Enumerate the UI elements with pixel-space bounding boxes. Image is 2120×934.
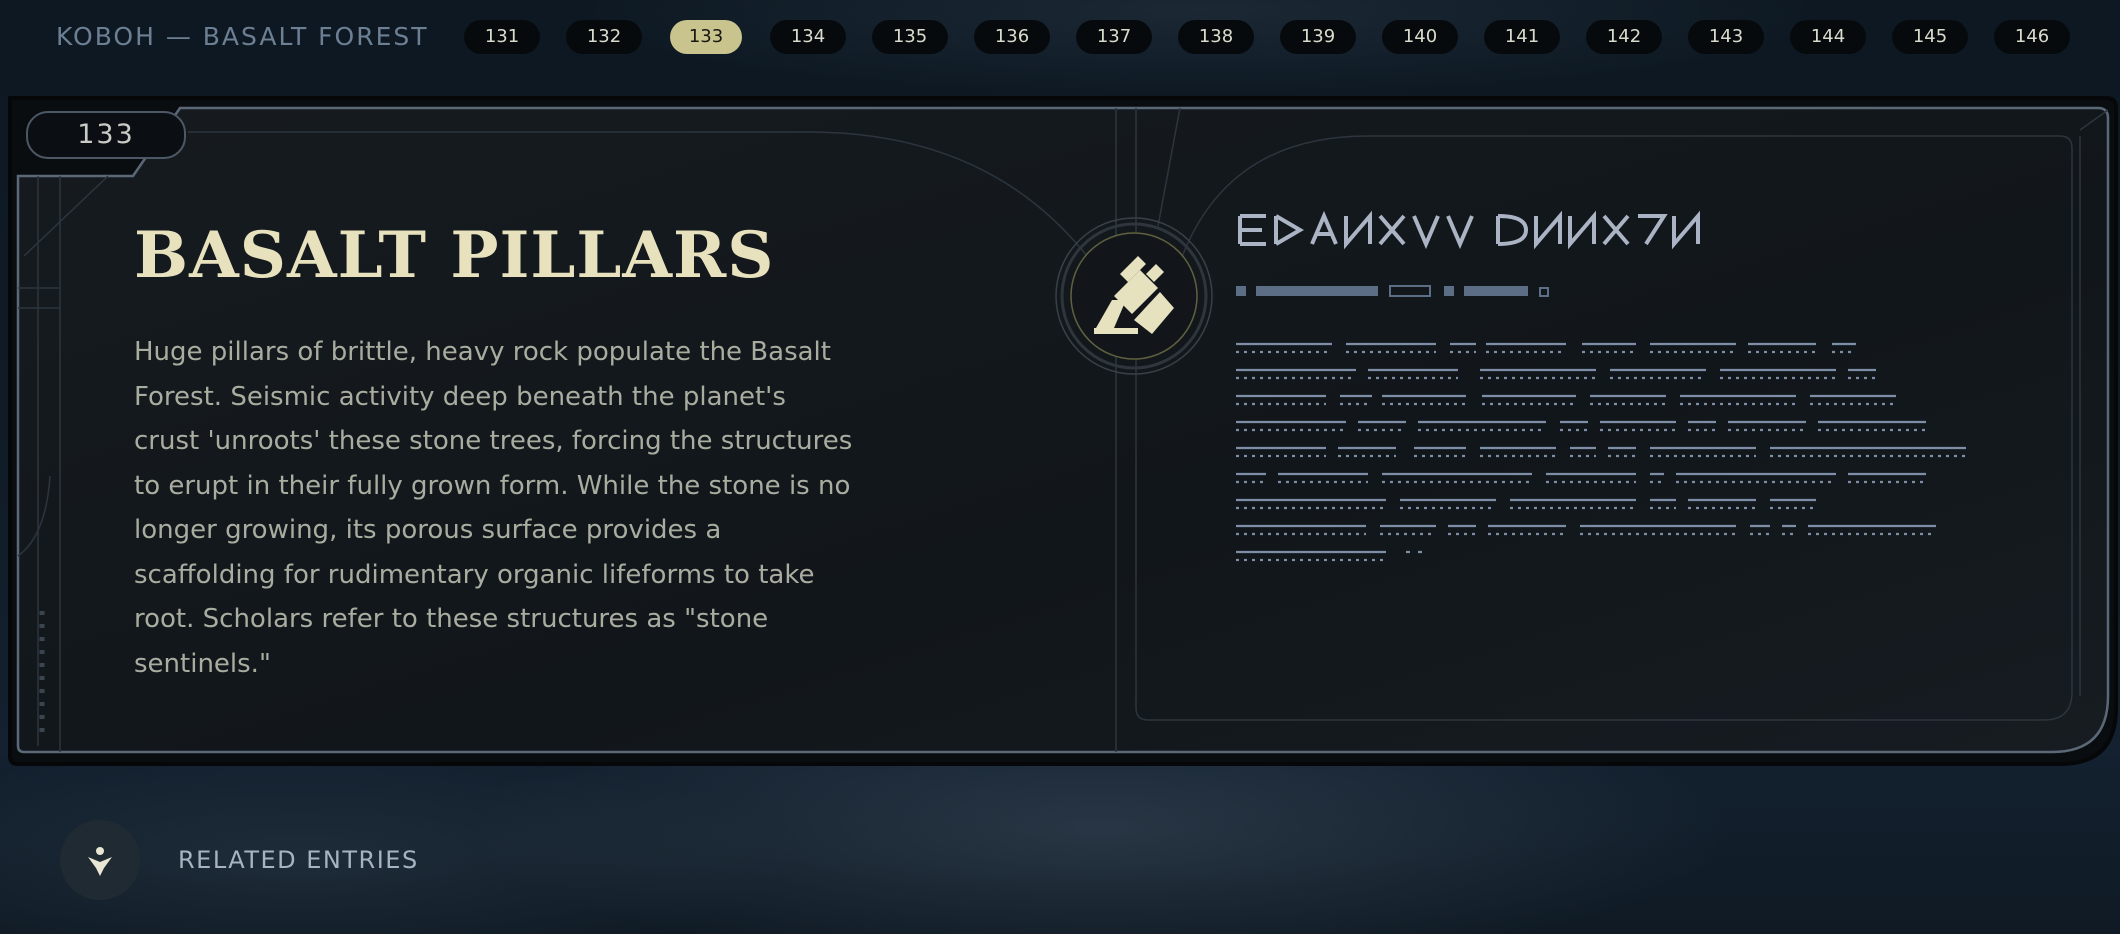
- page-pill-132[interactable]: 132: [566, 20, 642, 54]
- page-pill-134[interactable]: 134: [770, 20, 846, 54]
- related-entries-label[interactable]: RELATED ENTRIES: [178, 846, 419, 874]
- page-pill-133-active[interactable]: 133: [670, 20, 742, 54]
- location-breadcrumb: KOBOH — BASALT FOREST: [56, 22, 429, 51]
- page-pill-141[interactable]: 141: [1484, 20, 1560, 54]
- top-nav-bar: KOBOH — BASALT FOREST 131 132 133 134 13…: [0, 0, 2120, 76]
- page-pill-146[interactable]: 146: [1994, 20, 2070, 54]
- page-pill-131[interactable]: 131: [464, 20, 540, 54]
- aurebesh-title-glyphs: [1238, 210, 1700, 250]
- entry-title: BASALT PILLARS: [134, 218, 775, 293]
- page-pill-138[interactable]: 138: [1178, 20, 1254, 54]
- aurebesh-divider-meter: [1236, 285, 1549, 297]
- page-pill-144[interactable]: 144: [1790, 20, 1866, 54]
- aurebesh-body-glyphs: [1236, 342, 1966, 562]
- page-pill-140[interactable]: 140: [1382, 20, 1458, 54]
- page-pill-137[interactable]: 137: [1076, 20, 1152, 54]
- page-pill-135[interactable]: 135: [872, 20, 948, 54]
- related-entries-icon: [88, 847, 112, 876]
- page-pill-142[interactable]: 142: [1586, 20, 1662, 54]
- entry-description: Huge pillars of brittle, heavy rock popu…: [134, 337, 853, 679]
- page-pill-139[interactable]: 139: [1280, 20, 1356, 54]
- entry-number-tab[interactable]: 133: [26, 111, 186, 159]
- page-pill-136[interactable]: 136: [974, 20, 1050, 54]
- basalt-pillars-emblem-icon: [1055, 217, 1213, 375]
- page-pill-145[interactable]: 145: [1892, 20, 1968, 54]
- related-entries-button[interactable]: [60, 820, 140, 900]
- page-pill-143[interactable]: 143: [1688, 20, 1764, 54]
